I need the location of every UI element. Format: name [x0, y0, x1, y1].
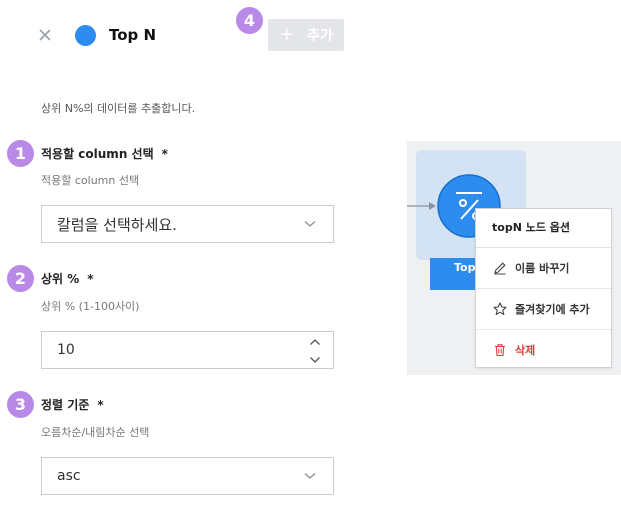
- column-select-value: 칼럼을 선택하세요.: [57, 215, 177, 234]
- context-menu-title: topN 노드 옵션: [476, 209, 611, 248]
- column-select-label-text: 적용할 column 선택: [41, 147, 154, 161]
- star-icon: [493, 302, 507, 316]
- chevron-down-icon: [304, 221, 316, 227]
- step-badge-1: 1: [7, 140, 34, 167]
- sort-order-help: 오름차순/내림차순 선택: [41, 426, 150, 439]
- step-badge-4: 4: [236, 7, 263, 34]
- plus-icon: +: [279, 24, 295, 45]
- favorite-menu-item[interactable]: 즐겨찾기에 추가: [476, 289, 611, 330]
- column-select-help: 적용할 column 선택: [41, 174, 140, 187]
- required-mark: *: [97, 398, 104, 412]
- panel-description: 상위 N%의 데이터를 추출합니다.: [41, 102, 196, 115]
- top-percent-help: 상위 % (1-100사이): [41, 300, 140, 313]
- delete-menu-item[interactable]: 삭제: [476, 330, 611, 370]
- add-button-label: 추가: [307, 28, 333, 44]
- step-badge-2: 2: [7, 265, 34, 292]
- node-context-menu: topN 노드 옵션 이름 바꾸기 즐겨찾기에 추가 삭제: [475, 208, 612, 368]
- pencil-icon: [494, 262, 506, 275]
- top-percent-label-text: 상위 %: [41, 272, 80, 286]
- step-badge-3: 3: [7, 391, 34, 418]
- top-percent-input[interactable]: 10: [41, 331, 334, 369]
- sort-order-value: asc: [57, 468, 81, 484]
- required-mark: *: [161, 147, 168, 161]
- sort-order-label-text: 정렬 기준: [41, 398, 90, 412]
- favorite-menu-label: 즐겨찾기에 추가: [515, 303, 590, 316]
- sort-order-dropdown[interactable]: asc: [41, 457, 334, 495]
- number-stepper-icon[interactable]: [309, 338, 321, 364]
- top-percent-value: 10: [57, 342, 75, 358]
- chevron-down-icon: [304, 473, 316, 479]
- rename-menu-label: 이름 바꾸기: [515, 262, 570, 275]
- top-percent-label: 상위 % *: [41, 270, 94, 287]
- panel-title: Top N: [109, 26, 157, 44]
- close-icon[interactable]: [36, 26, 54, 44]
- rename-menu-item[interactable]: 이름 바꾸기: [476, 248, 611, 289]
- required-mark: *: [87, 272, 94, 286]
- node-color-dot: [75, 25, 96, 46]
- column-select-dropdown[interactable]: 칼럼을 선택하세요.: [41, 205, 334, 243]
- column-select-label: 적용할 column 선택 *: [41, 145, 168, 162]
- delete-menu-label: 삭제: [515, 344, 536, 357]
- sort-order-label: 정렬 기준 *: [41, 396, 104, 413]
- connector-arrow: [407, 202, 436, 210]
- add-button[interactable]: + 추가: [268, 19, 344, 51]
- trash-icon: [495, 344, 505, 357]
